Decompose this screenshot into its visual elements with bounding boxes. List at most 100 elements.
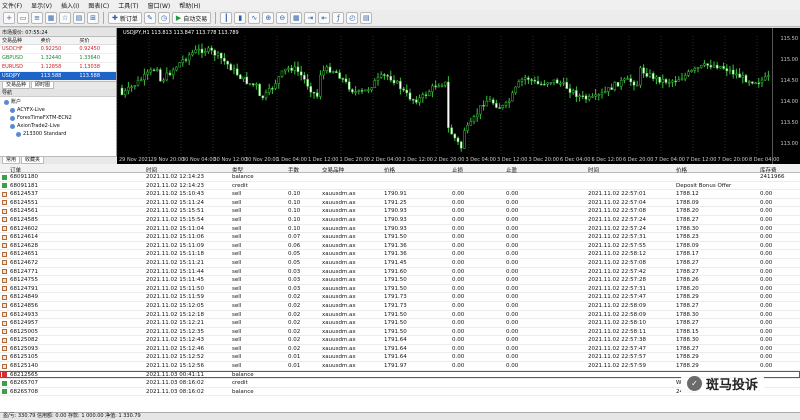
table-row[interactable]: 68124561 2021.11.02 15:15:51 sell 0.10 xauus… bbox=[0, 207, 800, 216]
candle-body bbox=[514, 86, 517, 94]
table-row[interactable]: 68124755 2021.11.02 15:11:45 sell 0.03 xauus… bbox=[0, 276, 800, 285]
price-chart[interactable]: USDJPY,H1 113.813 113.847 113.778 113.78… bbox=[117, 28, 800, 164]
table-row[interactable]: 68124771 2021.11.02 15:11:44 sell 0.03 xauus… bbox=[0, 268, 800, 277]
navigator-tabs: 常用 收藏夹 bbox=[0, 156, 117, 164]
market-watch-row[interactable]: GBPUSD 1.32440 1.33640 bbox=[0, 54, 116, 63]
table-row[interactable]: 68124933 2021.11.02 15:12:18 sell 0.02 xauus… bbox=[0, 311, 800, 320]
table-row[interactable]: 68124602 2021.11.02 15:11:04 sell 0.10 xauus… bbox=[0, 225, 800, 234]
table-row[interactable]: 68124791 2021.11.02 15:11:50 sell 0.03 xauus… bbox=[0, 285, 800, 294]
cell-price: 1791.73 bbox=[384, 302, 407, 309]
table-row[interactable]: 68124537 2021.11.02 15:10:43 sell 0.10 xauus… bbox=[0, 190, 800, 199]
column-header[interactable]: 卖价 bbox=[39, 37, 78, 44]
order-icon bbox=[2, 320, 7, 326]
market-watch-row[interactable]: EURUSD 1.12858 1.13038 bbox=[0, 63, 116, 72]
navigator-node[interactable]: ACYFX-Live bbox=[2, 106, 114, 114]
market-watch-button[interactable]: ≡ bbox=[31, 12, 43, 24]
history-button[interactable]: ◷ bbox=[157, 12, 170, 24]
candle-body bbox=[386, 75, 389, 77]
zoom-in-button[interactable]: ⊕ bbox=[262, 12, 275, 24]
table-row[interactable]: 68124551 2021.11.02 15:11:24 sell 0.10 xauus… bbox=[0, 199, 800, 208]
new-chart-button[interactable]: + bbox=[3, 12, 15, 24]
cell-sl: 0.00 bbox=[452, 311, 465, 318]
candle-body bbox=[517, 81, 521, 88]
data-window-button[interactable]: ▦ bbox=[45, 12, 57, 24]
new-order-button[interactable]: ✚ 新订单 bbox=[108, 12, 142, 24]
table-row[interactable]: 68124651 2021.11.02 15:11:18 sell 0.05 xauus… bbox=[0, 250, 800, 259]
candle-body bbox=[562, 82, 565, 84]
navigator-node[interactable]: ForexTimeFXTM-ECN2 bbox=[2, 114, 114, 122]
zoom-out-button[interactable]: ⊖ bbox=[276, 12, 289, 24]
menu-insert[interactable]: 插入(I) bbox=[61, 1, 79, 10]
metaeditor-button[interactable]: ✎ bbox=[143, 12, 156, 24]
autoscroll-button[interactable]: ⇥ bbox=[304, 12, 317, 24]
folder-icon: ▭ bbox=[19, 14, 27, 22]
cell-type: sell bbox=[232, 191, 242, 198]
navigator-node[interactable]: AxionTrade2-Live bbox=[2, 122, 114, 130]
table-row[interactable]: 68125105 2021.11.02 15:12:52 sell 0.01 xauus… bbox=[0, 353, 800, 363]
cell-time: 2021.11.02 15:12:46 bbox=[146, 345, 204, 352]
table-row[interactable]: 68125082 2021.11.02 15:12:43 sell 0.02 xauus… bbox=[0, 336, 800, 345]
bar-chart-button[interactable]: ┃ bbox=[220, 12, 233, 24]
market-watch-row[interactable]: USDCHF 0.92250 0.92450 bbox=[0, 45, 116, 54]
cell-time: 2021.11.02 15:12:56 bbox=[146, 363, 204, 370]
table-row[interactable]: 68091181 2021.11.02 12:14:23 credit Deposit… bbox=[0, 182, 800, 191]
auto-trading-button[interactable]: ▶ 自动交易 bbox=[171, 12, 212, 24]
menu-file[interactable]: 文件(F) bbox=[2, 1, 22, 10]
candlestick-plot[interactable] bbox=[117, 28, 800, 164]
candle-body bbox=[127, 86, 130, 91]
menu-tools[interactable]: 工具(T) bbox=[118, 1, 138, 10]
navigator-node[interactable]: 账户 bbox=[2, 98, 114, 106]
candle-body bbox=[469, 121, 473, 126]
cell-tp: 0.00 bbox=[506, 328, 519, 335]
candle-body bbox=[123, 90, 127, 95]
cell-tp: 0.00 bbox=[506, 199, 519, 206]
market-watch-rows: USDCHF 0.92250 0.92450 GBPUSD 1.32440 1.33640… bbox=[0, 45, 116, 81]
table-row[interactable]: 68124672 2021.11.02 15:11:21 sell 0.05 xauus… bbox=[0, 259, 800, 268]
line-chart-button[interactable]: ∿ bbox=[248, 12, 261, 24]
column-header[interactable]: 买价 bbox=[77, 37, 116, 44]
cell-swap: 0.00 bbox=[760, 302, 773, 309]
menu-help[interactable]: 帮助(H) bbox=[179, 1, 200, 10]
chart-shift-button[interactable]: ⇤ bbox=[318, 12, 331, 24]
periods-button[interactable]: ◴ bbox=[346, 12, 359, 24]
tab-symbols[interactable]: 交易品种 bbox=[2, 82, 31, 89]
table-row[interactable]: 68124585 2021.11.02 15:15:54 sell 0.10 xauus… bbox=[0, 216, 800, 225]
terminal-button[interactable]: ▤ bbox=[73, 12, 85, 24]
cell-cprice: 1788.23 bbox=[676, 234, 699, 241]
tab-favorites[interactable]: 收藏夹 bbox=[21, 157, 45, 164]
tester-button[interactable]: ⊞ bbox=[87, 12, 99, 24]
menu-window[interactable]: 窗口(W) bbox=[148, 1, 171, 10]
table-row[interactable]: 68124849 2021.11.02 15:11:59 sell 0.02 xauus… bbox=[0, 293, 800, 302]
cell-time: 2021.11.02 15:15:51 bbox=[146, 208, 204, 215]
table-row[interactable]: 68124628 2021.11.02 15:11:09 sell 0.06 xauus… bbox=[0, 242, 800, 251]
indicators-button[interactable]: ƒ bbox=[332, 12, 345, 24]
cell-price: 1790.93 bbox=[384, 208, 407, 215]
tab-tick-chart[interactable]: 即时图 bbox=[31, 82, 55, 89]
navigator-node[interactable]: 213300 Standard bbox=[2, 130, 114, 138]
tile-windows-button[interactable]: ▦ bbox=[290, 12, 303, 24]
menu-charts[interactable]: 图表(C) bbox=[88, 1, 109, 10]
column-header[interactable]: 交易品种 bbox=[0, 37, 39, 44]
table-row[interactable]: 68124856 2021.11.02 15:12:05 sell 0.02 xauus… bbox=[0, 302, 800, 311]
table-row[interactable]: 68125140 2021.11.02 15:12:56 sell 0.01 xauus… bbox=[0, 362, 800, 371]
time-axis: 29 Nov 2021 29 Nov 20:00 30 Nov 04:00 30 No… bbox=[117, 156, 779, 164]
table-row[interactable]: 68125093 2021.11.02 15:12:46 sell 0.02 xauus… bbox=[0, 345, 800, 354]
metaeditor-icon: ✎ bbox=[146, 14, 153, 22]
tab-common[interactable]: 常用 bbox=[2, 157, 21, 164]
cell-sl: 0.00 bbox=[452, 199, 465, 206]
table-row[interactable]: 68124957 2021.11.02 15:12:21 sell 0.02 xauus… bbox=[0, 319, 800, 328]
cell-order: 68091180 bbox=[10, 174, 38, 180]
market-watch-row[interactable]: USDJPY 113.588 113.588 bbox=[0, 72, 116, 81]
candle-chart-button[interactable]: ▮ bbox=[234, 12, 247, 24]
table-row[interactable]: 68124614 2021.11.02 15:11:06 sell 0.07 xauus… bbox=[0, 233, 800, 242]
table-row[interactable]: 68125005 2021.11.02 15:12:35 sell 0.02 xauus… bbox=[0, 328, 800, 337]
templates-button[interactable]: ▤ bbox=[360, 12, 373, 24]
candle-body bbox=[575, 90, 578, 98]
navigator-button[interactable]: ☆ bbox=[59, 12, 71, 24]
table-row[interactable]: 68091180 2021.11.02 12:14:23 balance 241196… bbox=[0, 173, 800, 182]
profiles-button[interactable]: ▭ bbox=[17, 12, 29, 24]
balance-icon bbox=[2, 174, 7, 180]
menu-view[interactable]: 显示(V) bbox=[31, 1, 52, 10]
time-tick-label: 30 Nov 04:00 bbox=[182, 157, 216, 163]
cell-swap: 0.00 bbox=[760, 354, 773, 361]
